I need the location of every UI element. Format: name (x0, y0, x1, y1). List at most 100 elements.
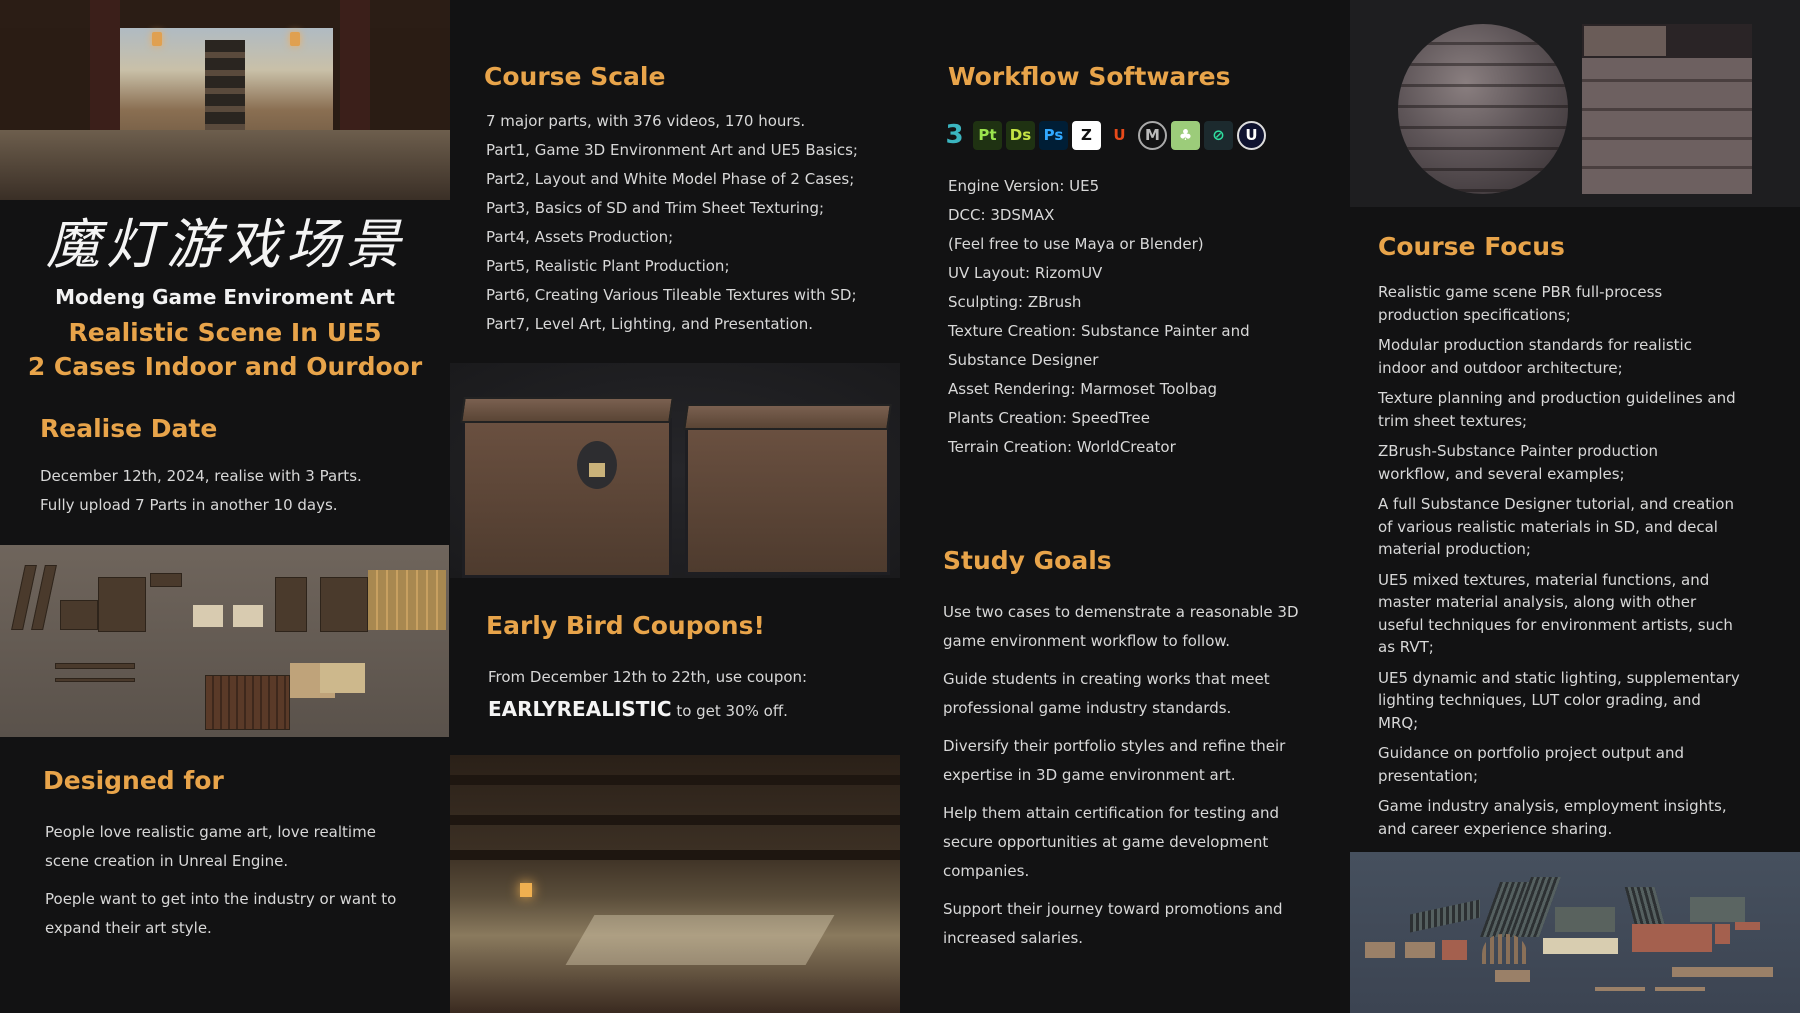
substance-designer-icon: Ds (1006, 120, 1035, 150)
course-focus-heading: Course Focus (1378, 232, 1565, 261)
padlock-icon (577, 441, 617, 489)
course-focus-line: presentation; (1378, 766, 1478, 785)
zbrush-icon: Z (1072, 120, 1101, 150)
course-focus-line: ZBrush-Substance Painter production (1378, 442, 1658, 460)
chest-closed (683, 404, 892, 575)
speedtree-icon: ♣ (1171, 120, 1200, 150)
workflow-line: Asset Rendering: Marmoset Toolbag (948, 380, 1218, 398)
designed-for-line: Poeple want to get into the industry or … (45, 890, 397, 908)
course-scale-heading: Course Scale (484, 62, 666, 91)
designed-for-line: scene creation in Unreal Engine. (45, 852, 289, 870)
study-goal-line: increased salaries. (943, 929, 1084, 947)
course-focus-line: Game industry analysis, employment insig… (1378, 797, 1727, 815)
course-focus-line: lighting techniques, LUT color grading, … (1378, 691, 1701, 709)
designed-for-heading: Designed for (43, 766, 224, 795)
course-focus-line: A full Substance Designer tutorial, and … (1378, 495, 1734, 513)
release-line: December 12th, 2024, realise with 3 Part… (40, 467, 362, 485)
unreal-engine-icon: U (1237, 120, 1266, 150)
lantern-icon (290, 32, 300, 46)
course-focus-line: as RVT; (1378, 638, 1434, 656)
3dsmax-icon: 3 (945, 120, 964, 150)
workflow-line: Sculpting: ZBrush (948, 293, 1082, 311)
designed-for-line: expand their art style. (45, 919, 212, 937)
workflow-line: UV Layout: RizomUV (948, 264, 1103, 282)
coupon-code[interactable]: EARLYREALISTIC (488, 697, 672, 721)
tagline-2: 2 Cases Indoor and Ourdoor (27, 352, 423, 381)
workflow-line: Engine Version: UE5 (948, 177, 1100, 195)
course-focus-line: UE5 mixed textures, material functions, … (1378, 570, 1710, 589)
course-focus-line: material production; (1378, 540, 1531, 558)
calligraphy-title: 魔灯游戏场景 (46, 213, 406, 276)
course-scale-line: Part5, Realistic Plant Production; (486, 257, 730, 275)
course-scale-line: Part1, Game 3D Environment Art and UE5 B… (486, 141, 858, 159)
workflow-line: (Feel free to use Maya or Blender) (948, 235, 1204, 253)
course-focus-line: and career experience sharing. (1378, 819, 1613, 838)
props-kit-image (0, 545, 449, 737)
study-goal-line: game environment workflow to follow. (943, 632, 1231, 650)
wooden-chests-image (450, 363, 900, 578)
course-focus-line: trim sheet textures; (1378, 411, 1528, 430)
course-focus-line: Texture planning and production guidelin… (1378, 389, 1736, 407)
workflow-line: Texture Creation: Substance Painter and (948, 322, 1250, 340)
study-goal-line: Diversify their portfolio styles and ref… (943, 737, 1286, 755)
course-focus-line: production specifications; (1378, 305, 1571, 324)
hero-roof-beam (0, 0, 450, 28)
lantern-icon (152, 32, 162, 46)
course-scale-line: Part2, Layout and White Model Phase of 2… (486, 170, 855, 188)
study-goal-line: Support their journey toward promotions … (943, 900, 1283, 918)
lamp-icon (520, 883, 532, 897)
course-scale-line: Part3, Basics of SD and Trim Sheet Textu… (486, 199, 825, 217)
release-date-heading: Realise Date (40, 414, 218, 443)
workflow-line: Substance Designer (948, 351, 1099, 369)
brand-name: Modeng Game Enviroment Art (55, 285, 395, 309)
worldcreator-icon: ⊘ (1204, 120, 1233, 150)
course-scale-line: 7 major parts, with 376 videos, 170 hour… (486, 112, 806, 130)
coupon-line: From December 12th to 22th, use coupon: (488, 668, 808, 686)
course-focus-line: MRQ; (1378, 713, 1419, 732)
marmoset-icon: M (1138, 120, 1167, 150)
study-goal-line: Help them attain certification for testi… (943, 804, 1280, 822)
course-focus-line: Realistic game scene PBR full-process (1378, 283, 1663, 301)
course-focus-line: Guidance on portfolio project output and (1378, 744, 1684, 762)
course-focus-line: indoor and outdoor architecture; (1378, 358, 1623, 377)
hero-image-pagoda-courtyard (0, 0, 450, 200)
hero-pagoda (205, 40, 245, 140)
workflow-line: Terrain Creation: WorldCreator (948, 438, 1176, 456)
photoshop-icon: Ps (1039, 120, 1068, 150)
tagline-1: Realistic Scene In UE5 (68, 318, 382, 347)
substance-painter-icon: Pt (973, 120, 1002, 150)
workflow-heading: Workflow Softwares (948, 62, 1231, 91)
release-line: Fully upload 7 Parts in another 10 days. (40, 496, 338, 514)
study-goal-line: professional game industry standards. (943, 699, 1232, 717)
study-goal-line: Use two cases to demenstrate a reasonabl… (943, 603, 1299, 621)
architecture-kit-image (1350, 852, 1800, 1013)
course-focus-line: of various realistic materials in SD, an… (1378, 517, 1718, 536)
study-goals-heading: Study Goals (943, 546, 1112, 575)
software-icons-row: 3 Pt Ds Ps Z U M ♣ ⊘ U (940, 120, 1266, 150)
rizomuv-icon: U (1113, 126, 1126, 144)
study-goal-line: Guide students in creating works that me… (943, 670, 1270, 688)
material-sphere (1398, 24, 1568, 194)
course-focus-line: useful techniques for environment artist… (1378, 615, 1733, 634)
course-focus-line: UE5 dynamic and static lighting, supplem… (1378, 668, 1740, 687)
course-focus-line: Modular production standards for realist… (1378, 336, 1692, 354)
coupon-code-line: EARLYREALISTIC to get 30% off. (488, 697, 788, 721)
designed-for-line: People love realistic game art, love rea… (45, 823, 376, 841)
workflow-line: DCC: 3DSMAX (948, 206, 1055, 224)
trim-sheet-texture (1582, 24, 1752, 194)
study-goal-line: expertise in 3D game environment art. (943, 766, 1236, 784)
course-scale-line: Part7, Level Art, Lighting, and Presenta… (486, 315, 814, 333)
study-goal-line: secure opportunities at game development (943, 833, 1269, 851)
workflow-column: Workflow Softwares Engine Version: UE5 D… (900, 0, 1350, 1013)
course-scale-line: Part6, Creating Various Tileable Texture… (486, 286, 857, 304)
course-scale-line: Part4, Assets Production; (486, 228, 674, 246)
coupon-suffix: to get 30% off. (676, 702, 788, 720)
interior-dojo-image (450, 755, 900, 1013)
study-goal-line: companies. (943, 862, 1030, 880)
material-preview-image (1350, 0, 1800, 207)
chest-locked (460, 397, 674, 578)
course-focus-line: workflow, and several examples; (1378, 464, 1625, 483)
workflow-line: Plants Creation: SpeedTree (948, 409, 1150, 427)
course-focus-line: master material analysis, along with oth… (1378, 593, 1697, 611)
early-bird-heading: Early Bird Coupons! (486, 611, 765, 640)
